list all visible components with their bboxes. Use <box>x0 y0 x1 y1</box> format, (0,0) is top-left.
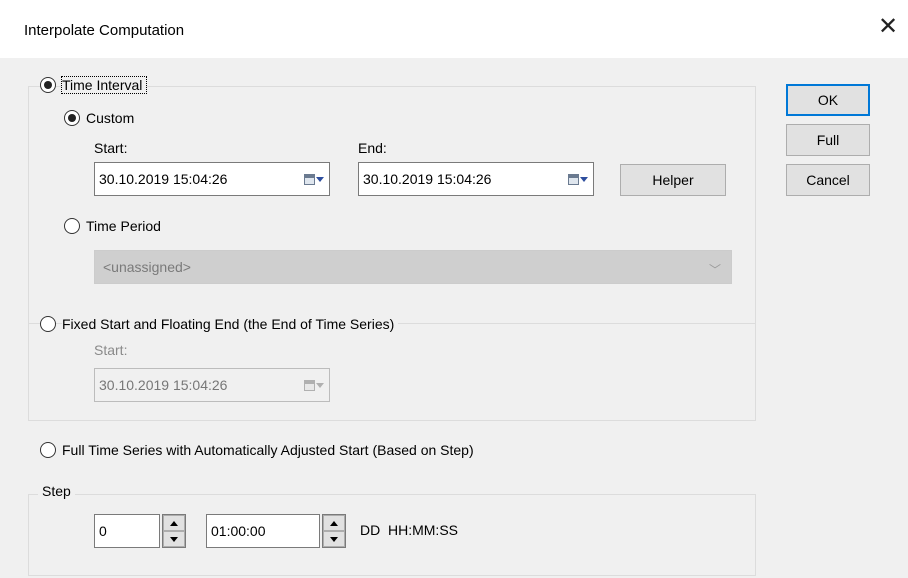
time-period-label: Time Period <box>86 218 161 234</box>
full-button[interactable]: Full <box>786 124 870 156</box>
dialog-body: Time Interval Custom Start: 30.10.2019 1… <box>0 58 908 578</box>
cancel-button[interactable]: Cancel <box>786 164 870 196</box>
step-time-value: 01:00:00 <box>211 523 266 539</box>
start-datetime-value: 30.10.2019 15:04:26 <box>99 171 228 187</box>
time-interval-radio[interactable]: Time Interval <box>40 76 148 94</box>
time-period-combo-value: <unassigned> <box>103 259 191 275</box>
custom-radio[interactable]: Custom <box>64 110 134 126</box>
fixed-start-datetime-picker: 30.10.2019 15:04:26 <box>94 368 330 402</box>
calendar-dropdown-icon <box>299 379 329 391</box>
step-format-label: DD HH:MM:SS <box>360 522 458 538</box>
time-period-combo: <unassigned> ﹀ <box>94 250 732 284</box>
time-period-radio[interactable]: Time Period <box>64 218 161 234</box>
end-datetime-value: 30.10.2019 15:04:26 <box>363 171 492 187</box>
fixed-start-start-label: Start: <box>94 342 128 358</box>
calendar-dropdown-icon[interactable] <box>563 173 593 185</box>
fixed-start-label: Fixed Start and Floating End (the End of… <box>62 316 399 332</box>
radio-checked-icon <box>64 110 80 126</box>
start-datetime-picker[interactable]: 30.10.2019 15:04:26 <box>94 162 330 196</box>
start-label: Start: <box>94 140 128 156</box>
end-label: End: <box>358 140 387 156</box>
chevron-down-icon: ﹀ <box>708 263 721 277</box>
radio-unchecked-icon <box>40 316 56 332</box>
step-time-spinner[interactable] <box>322 514 346 548</box>
spin-up-icon[interactable] <box>163 515 185 531</box>
step-days-value: 0 <box>99 523 107 539</box>
spin-up-icon[interactable] <box>323 515 345 531</box>
close-icon[interactable]: ✕ <box>874 14 902 42</box>
time-interval-label: Time Interval <box>60 76 148 94</box>
radio-unchecked-icon <box>40 442 56 458</box>
custom-label: Custom <box>86 110 135 126</box>
fixed-start-radio[interactable]: Fixed Start and Floating End (the End of… <box>40 316 399 332</box>
step-time-input[interactable]: 01:00:00 <box>206 514 320 548</box>
spin-down-icon[interactable] <box>323 531 345 547</box>
fixed-start-datetime-value: 30.10.2019 15:04:26 <box>99 377 228 393</box>
radio-unchecked-icon <box>64 218 80 234</box>
time-interval-group <box>28 86 756 324</box>
step-label: Step <box>38 483 75 499</box>
full-series-label: Full Time Series with Automatically Adju… <box>62 442 474 458</box>
end-datetime-picker[interactable]: 30.10.2019 15:04:26 <box>358 162 594 196</box>
radio-checked-icon <box>40 77 56 93</box>
helper-button[interactable]: Helper <box>620 164 726 196</box>
ok-button[interactable]: OK <box>786 84 870 116</box>
window-title: Interpolate Computation <box>24 22 185 39</box>
step-days-spinner[interactable] <box>162 514 186 548</box>
calendar-dropdown-icon[interactable] <box>299 173 329 185</box>
full-series-radio[interactable]: Full Time Series with Automatically Adju… <box>40 442 474 458</box>
title-bar: Interpolate Computation ✕ <box>0 0 908 58</box>
spin-down-icon[interactable] <box>163 531 185 547</box>
step-days-input[interactable]: 0 <box>94 514 160 548</box>
